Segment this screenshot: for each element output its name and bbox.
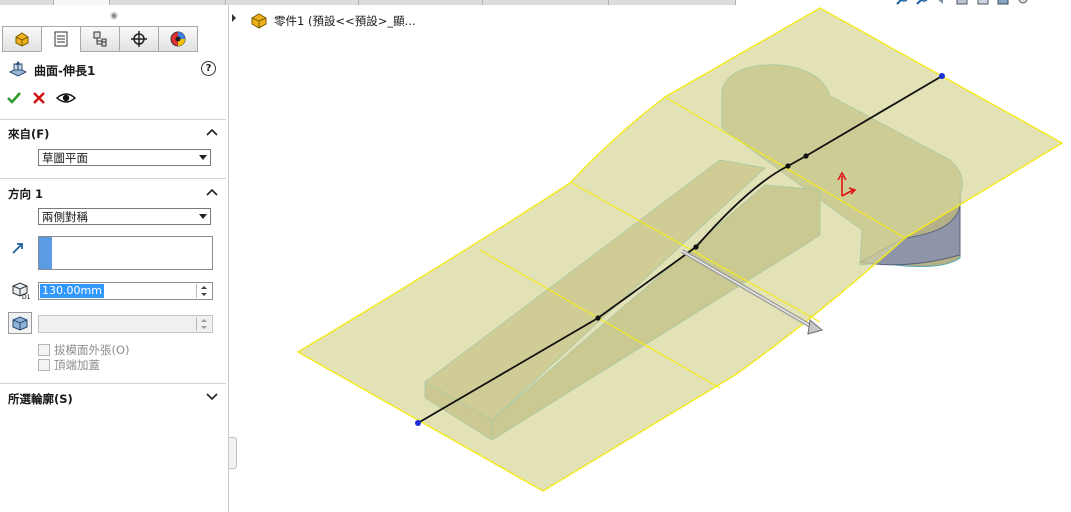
draft-toggle-button[interactable] bbox=[8, 312, 32, 334]
section-view-icon[interactable] bbox=[955, 0, 971, 6]
eye-icon bbox=[56, 93, 76, 103]
x-icon bbox=[33, 92, 45, 104]
end-condition-value: 兩側對稱 bbox=[42, 210, 88, 224]
tab-feature-manager[interactable] bbox=[2, 26, 42, 52]
selected-contours-title[interactable]: 所選輪廓(S) bbox=[8, 391, 73, 407]
section-divider bbox=[0, 383, 226, 384]
feature-manager-icon bbox=[15, 32, 29, 47]
depth-input[interactable]: 130.00mm bbox=[38, 282, 213, 300]
end-condition-select[interactable]: 兩側對稱 bbox=[38, 208, 211, 225]
direction-reference-field[interactable] bbox=[38, 236, 213, 270]
direction-arrow-icon bbox=[12, 243, 23, 254]
configuration-manager-icon bbox=[93, 31, 107, 47]
chevron-up-icon[interactable] bbox=[206, 188, 218, 196]
dimxpert-icon bbox=[131, 31, 147, 47]
display-style-icon[interactable] bbox=[995, 0, 1011, 6]
property-manager-icon bbox=[54, 31, 68, 47]
part-icon bbox=[251, 13, 267, 29]
heads-up-view-toolbar bbox=[895, 0, 1031, 6]
view-orientation-icon[interactable] bbox=[975, 0, 991, 6]
feature-tree-flyout[interactable]: 零件1 (預設<<預設>_顯... bbox=[250, 12, 416, 29]
part-name: 零件1 (預設<<預設>_顯... bbox=[274, 13, 416, 28]
panel-collapse-tab[interactable] bbox=[229, 437, 237, 469]
action-buttons bbox=[6, 88, 76, 108]
tab-property-manager[interactable] bbox=[41, 26, 81, 52]
hide-show-items-icon[interactable] bbox=[1015, 0, 1031, 6]
model-view bbox=[296, 7, 1064, 492]
tab-dimxpert-manager[interactable] bbox=[119, 26, 159, 52]
depth-spinner[interactable] bbox=[196, 284, 211, 298]
extrude-surface-icon bbox=[8, 61, 28, 77]
chevron-down-icon[interactable] bbox=[206, 393, 218, 401]
from-select-value: 草圖平面 bbox=[42, 151, 88, 165]
cancel-button[interactable] bbox=[31, 90, 47, 106]
draft-angle-value bbox=[40, 317, 44, 331]
cap-end-label: 頂端加蓋 bbox=[54, 358, 100, 372]
cap-end-checkbox[interactable]: 頂端加蓋 bbox=[38, 358, 100, 372]
appearance-icon bbox=[170, 31, 186, 47]
dropdown-arrow-icon bbox=[199, 155, 207, 160]
feature-header: 曲面-伸長1 ? bbox=[8, 61, 220, 81]
preview-button[interactable] bbox=[56, 90, 76, 106]
direction1-group-title[interactable]: 方向 1 bbox=[8, 186, 43, 202]
checkbox-box[interactable] bbox=[38, 344, 50, 356]
depth-dimension-icon: D1 bbox=[12, 282, 31, 300]
tree-expand-icon[interactable] bbox=[230, 13, 238, 23]
checkmark-icon bbox=[7, 92, 21, 104]
draft-outward-checkbox[interactable]: 拔模面外張(O) bbox=[38, 343, 130, 357]
zoom-area-icon[interactable] bbox=[915, 0, 931, 6]
checkbox-box[interactable] bbox=[38, 359, 50, 371]
from-group-title[interactable]: 來自(F) bbox=[8, 126, 49, 142]
manager-tabs bbox=[2, 26, 198, 52]
zoom-to-fit-icon[interactable] bbox=[895, 0, 911, 6]
previous-view-icon[interactable] bbox=[935, 0, 951, 6]
tab-configuration-manager[interactable] bbox=[80, 26, 120, 52]
from-select[interactable]: 草圖平面 bbox=[38, 149, 211, 166]
draft-angle-spinner[interactable] bbox=[196, 317, 211, 331]
section-divider bbox=[0, 178, 226, 179]
draft-icon bbox=[12, 316, 28, 331]
draft-outward-label: 拔模面外張(O) bbox=[54, 343, 130, 357]
chevron-up-icon[interactable] bbox=[206, 128, 218, 136]
svg-text:D1: D1 bbox=[22, 294, 31, 300]
selection-focus-bar bbox=[39, 237, 52, 269]
tab-display-manager[interactable] bbox=[158, 26, 198, 52]
draft-angle-input[interactable] bbox=[38, 315, 213, 333]
panel-drag-handle[interactable]: ◉ bbox=[0, 5, 228, 27]
feature-title: 曲面-伸長1 bbox=[34, 64, 96, 78]
ok-button[interactable] bbox=[6, 90, 22, 106]
section-divider bbox=[0, 119, 226, 120]
graphics-viewport[interactable] bbox=[229, 5, 1071, 512]
dropdown-arrow-icon bbox=[199, 214, 207, 219]
help-icon[interactable]: ? bbox=[201, 61, 216, 76]
depth-value: 130.00mm bbox=[40, 284, 104, 298]
